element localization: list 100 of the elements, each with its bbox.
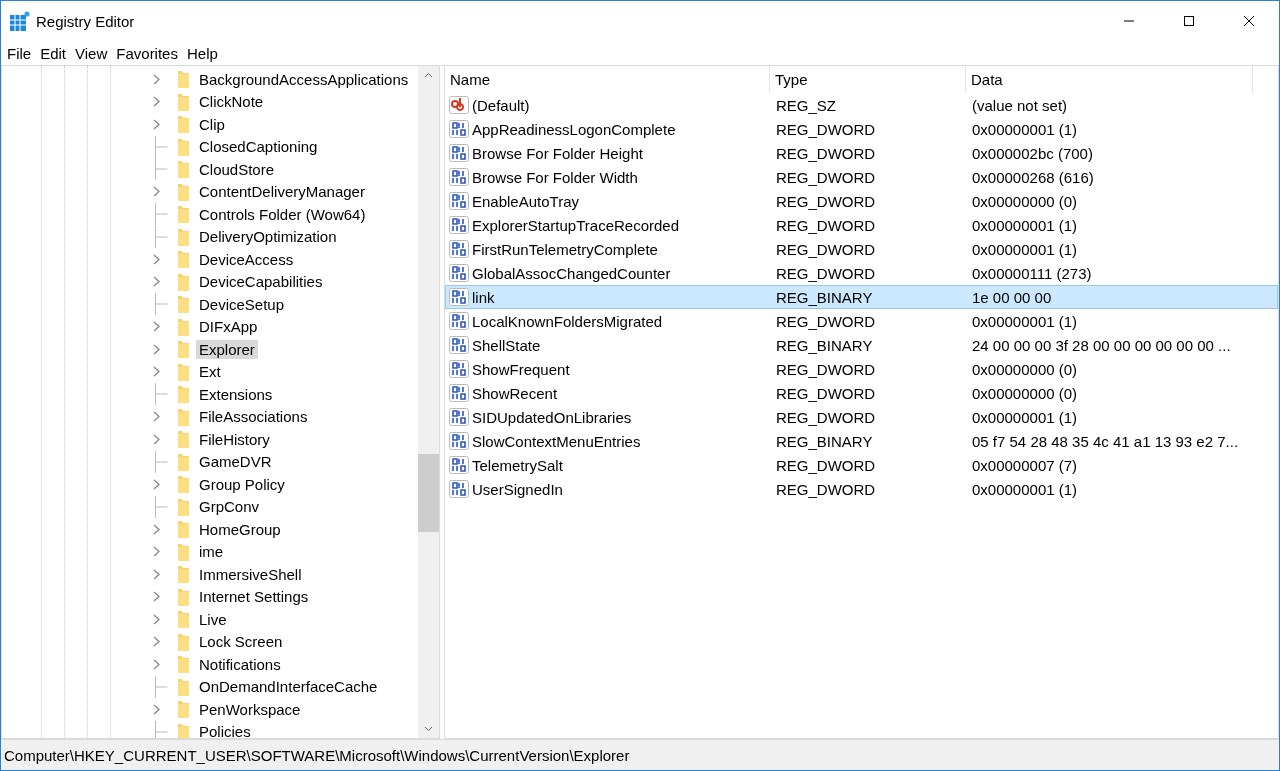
tree-item[interactable]: Extensions bbox=[196, 384, 276, 404]
value-name: ShowFrequent bbox=[472, 360, 570, 378]
chevron-right-icon[interactable] bbox=[152, 658, 161, 670]
column-header[interactable]: Type bbox=[770, 66, 966, 93]
column-header[interactable]: Data bbox=[966, 66, 1253, 93]
folder-icon bbox=[176, 497, 190, 516]
tree-line-icon bbox=[152, 495, 168, 518]
chevron-right-icon[interactable] bbox=[152, 186, 161, 198]
value-row[interactable]: (Default) REG_SZ (value not set) bbox=[445, 93, 1278, 117]
tree-item[interactable]: GameDVR bbox=[196, 452, 275, 472]
menu-item[interactable]: File bbox=[7, 44, 32, 62]
value-row[interactable]: GlobalAssocChangedCounter REG_DWORD 0x00000111 (273) bbox=[445, 261, 1278, 285]
chevron-right-icon[interactable] bbox=[152, 411, 161, 423]
value-data: 0x00000001 (1) bbox=[971, 311, 1079, 332]
tree-item[interactable]: Controls Folder (Wow64) bbox=[196, 204, 369, 224]
chevron-right-icon[interactable] bbox=[152, 703, 161, 715]
menu-item[interactable]: View bbox=[75, 44, 108, 62]
tree-item[interactable]: BackgroundAccessApplications bbox=[196, 69, 412, 89]
value-row[interactable]: LocalKnownFoldersMigrated REG_DWORD 0x00000001 (1) bbox=[445, 309, 1278, 333]
value-type: REG_DWORD bbox=[775, 263, 877, 284]
value-row[interactable]: FirstRunTelemetryComplete REG_DWORD 0x00000001 (1) bbox=[445, 237, 1278, 261]
tree-item[interactable]: Clip bbox=[196, 114, 228, 134]
folder-icon bbox=[176, 70, 190, 89]
tree-item[interactable]: ime bbox=[196, 542, 227, 562]
value-data: 24 00 00 00 3f 28 00 00 00 00 00 00 ... bbox=[971, 335, 1232, 356]
folder-icon bbox=[176, 205, 190, 224]
tree-item[interactable]: PenWorkspace bbox=[196, 699, 304, 719]
tree-item[interactable]: ImmersiveShell bbox=[196, 564, 305, 584]
tree-line-icon bbox=[152, 135, 168, 158]
value-data: 0x00000001 (1) bbox=[971, 407, 1079, 428]
folder-icon bbox=[176, 677, 190, 696]
chevron-right-icon[interactable] bbox=[152, 613, 161, 625]
tree-item[interactable]: Internet Settings bbox=[196, 587, 312, 607]
tree-item[interactable]: Policies bbox=[196, 722, 254, 738]
scroll-down-icon[interactable] bbox=[424, 726, 433, 732]
chevron-right-icon[interactable] bbox=[152, 433, 161, 445]
chevron-right-icon[interactable] bbox=[152, 343, 161, 355]
vertical-scrollbar[interactable] bbox=[418, 66, 439, 738]
tree-item[interactable]: Group Policy bbox=[196, 474, 288, 494]
value-type: REG_DWORD bbox=[775, 383, 877, 404]
value-row[interactable]: UserSignedIn REG_DWORD 0x00000001 (1) bbox=[445, 477, 1278, 501]
value-row[interactable]: Browse For Folder Width REG_DWORD 0x00000268 (616) bbox=[445, 165, 1278, 189]
menu-item[interactable]: Edit bbox=[40, 44, 67, 62]
value-row[interactable]: ExplorerStartupTraceRecorded REG_DWORD 0x00000001 (1) bbox=[445, 213, 1278, 237]
folder-icon bbox=[176, 385, 190, 404]
menu-item[interactable]: Help bbox=[186, 44, 218, 62]
value-data: 05 f7 54 28 48 35 4c 41 a1 13 93 e2 7... bbox=[971, 431, 1240, 452]
value-data: 0x00000001 (1) bbox=[971, 479, 1079, 500]
tree-item[interactable]: Lock Screen bbox=[196, 632, 286, 652]
chevron-right-icon[interactable] bbox=[152, 636, 161, 648]
tree-item[interactable]: ContentDeliveryManager bbox=[196, 182, 368, 202]
chevron-right-icon[interactable] bbox=[152, 253, 161, 265]
chevron-right-icon[interactable] bbox=[152, 591, 161, 603]
chevron-right-icon[interactable] bbox=[152, 118, 161, 130]
tree-item[interactable]: Explorer bbox=[196, 339, 258, 359]
tree-item[interactable]: Live bbox=[196, 609, 230, 629]
tree-item[interactable]: Ext bbox=[196, 362, 224, 382]
value-row[interactable]: ShowRecent REG_DWORD 0x00000000 (0) bbox=[445, 381, 1278, 405]
tree-item[interactable]: GrpConv bbox=[196, 497, 263, 517]
value-row[interactable]: link REG_BINARY 1e 00 00 00 bbox=[445, 285, 1278, 309]
tree-item[interactable]: DeviceCapabilities bbox=[196, 272, 326, 292]
chevron-right-icon[interactable] bbox=[152, 73, 161, 85]
tree-item[interactable]: DIFxApp bbox=[196, 317, 261, 337]
value-data: 0x00000000 (0) bbox=[971, 359, 1079, 380]
value-row[interactable]: SlowContextMenuEntries REG_BINARY 05 f7 54 28 48 35 4c 41 a1 13 93 e2 7... bbox=[445, 429, 1278, 453]
tree-item[interactable]: FileHistory bbox=[196, 429, 273, 449]
value-data: 0x000002bc (700) bbox=[971, 143, 1094, 164]
chevron-right-icon[interactable] bbox=[152, 546, 161, 558]
menu-item[interactable]: Favorites bbox=[116, 44, 178, 62]
tree-item[interactable]: DeliveryOptimization bbox=[196, 227, 340, 247]
tree-item[interactable]: DeviceSetup bbox=[196, 294, 288, 314]
tree-item[interactable]: Notifications bbox=[196, 654, 284, 674]
chevron-right-icon[interactable] bbox=[152, 478, 161, 490]
value-row[interactable]: Browse For Folder Height REG_DWORD 0x000002bc (700) bbox=[445, 141, 1278, 165]
value-name: ShowRecent bbox=[472, 384, 558, 402]
value-row[interactable]: AppReadinessLogonComplete REG_DWORD 0x00000001 (1) bbox=[445, 117, 1278, 141]
value-row[interactable]: TelemetrySalt REG_DWORD 0x00000007 (7) bbox=[445, 453, 1278, 477]
chevron-right-icon[interactable] bbox=[152, 321, 161, 333]
chevron-right-icon[interactable] bbox=[152, 523, 161, 535]
tree-item[interactable]: ClosedCaptioning bbox=[196, 137, 321, 157]
tree-item[interactable]: DeviceAccess bbox=[196, 249, 297, 269]
chevron-right-icon[interactable] bbox=[152, 366, 161, 378]
scroll-up-icon[interactable] bbox=[424, 72, 433, 78]
folder-icon bbox=[176, 137, 190, 156]
tree-item[interactable]: ClickNote bbox=[196, 92, 267, 112]
tree-item[interactable]: OnDemandInterfaceCache bbox=[196, 677, 381, 697]
tree-item[interactable]: CloudStore bbox=[196, 159, 278, 179]
value-row[interactable]: ShellState REG_BINARY 24 00 00 00 3f 28 00 00 00 00 00 00 ... bbox=[445, 333, 1278, 357]
tree-item[interactable]: HomeGroup bbox=[196, 519, 284, 539]
tree-line-icon bbox=[152, 383, 168, 406]
value-row[interactable]: SIDUpdatedOnLibraries REG_DWORD 0x00000001 (1) bbox=[445, 405, 1278, 429]
chevron-right-icon[interactable] bbox=[152, 96, 161, 108]
scrollbar-thumb[interactable] bbox=[418, 454, 439, 532]
chevron-right-icon[interactable] bbox=[152, 276, 161, 288]
value-row[interactable]: EnableAutoTray REG_DWORD 0x00000000 (0) bbox=[445, 189, 1278, 213]
column-header[interactable]: Name bbox=[445, 66, 770, 93]
tree-item[interactable]: FileAssociations bbox=[196, 407, 311, 427]
value-row[interactable]: ShowFrequent REG_DWORD 0x00000000 (0) bbox=[445, 357, 1278, 381]
folder-icon bbox=[176, 700, 190, 719]
chevron-right-icon[interactable] bbox=[152, 568, 161, 580]
